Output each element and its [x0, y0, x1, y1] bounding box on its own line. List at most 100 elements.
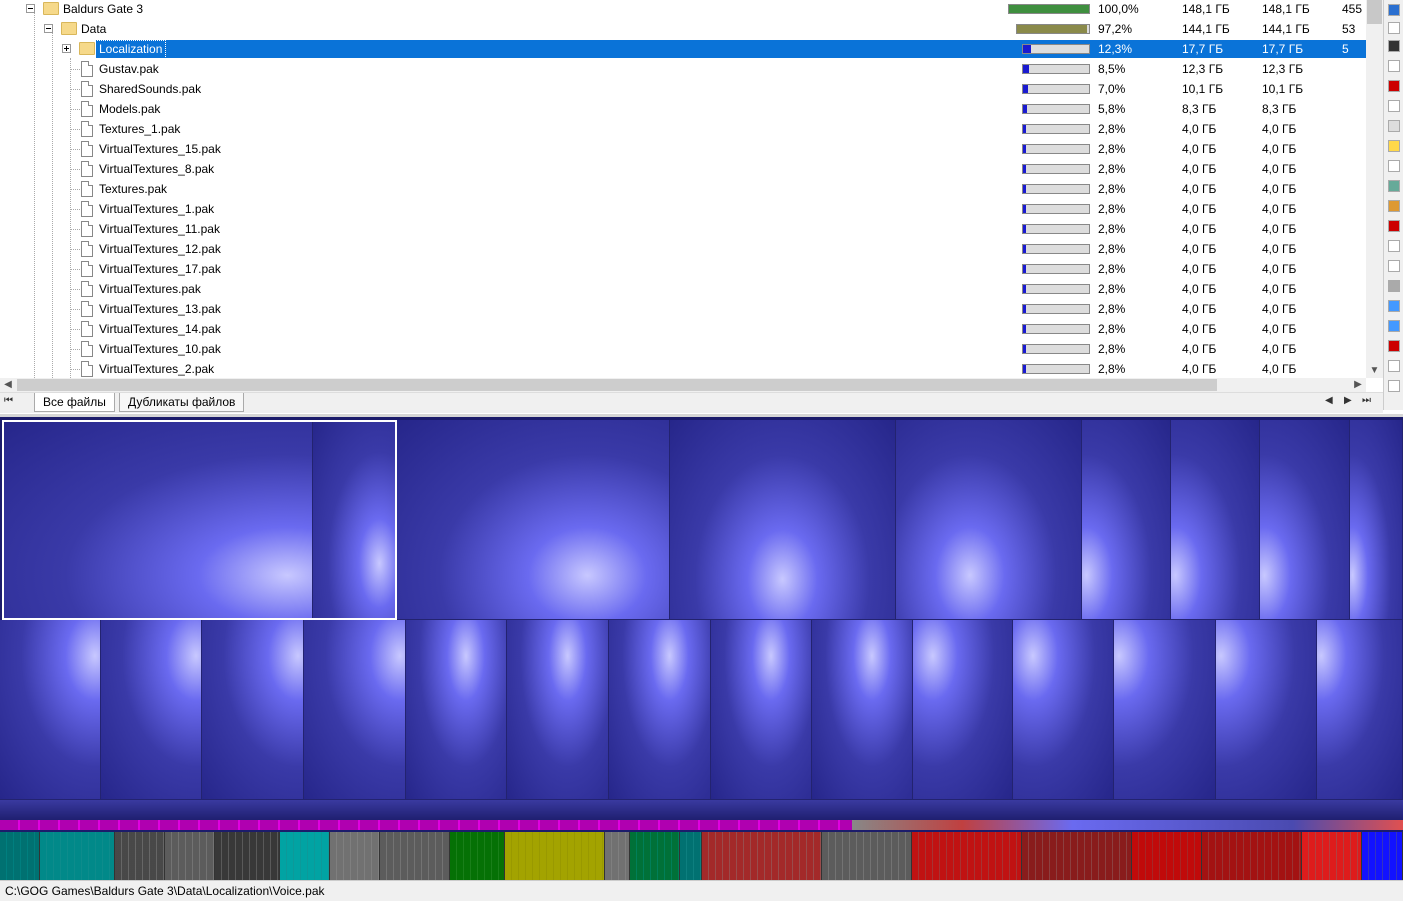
treemap-cell[interactable] [822, 832, 912, 880]
treemap-cell[interactable] [1317, 620, 1403, 800]
toolbar-button-icon[interactable] [1388, 200, 1400, 212]
treemap-cell[interactable] [680, 832, 702, 880]
treemap-cell[interactable] [380, 832, 450, 880]
tree-row[interactable]: Localization 12,3% 17,7 ГБ 17,7 ГБ 5 [0, 40, 1366, 60]
treemap-cell[interactable] [101, 620, 202, 800]
last-tab-icon[interactable]: ⏭ [1362, 395, 1371, 406]
treemap-cell[interactable] [202, 620, 304, 800]
treemap-cell[interactable] [1362, 832, 1403, 880]
toolbar-button-icon[interactable] [1388, 220, 1400, 232]
tree-branch-line [70, 129, 80, 130]
tab-duplicates[interactable]: Дубликаты файлов [119, 393, 245, 412]
first-tab-icon[interactable]: ⏮ [4, 395, 13, 406]
treemap-cell[interactable] [215, 832, 280, 880]
tree-row[interactable]: VirtualTextures_10.pak 2,8% 4,0 ГБ 4,0 ГБ [0, 340, 1366, 360]
treemap-cell[interactable] [1216, 620, 1317, 800]
vertical-scroll-thumb[interactable] [1367, 0, 1382, 24]
treemap-cell[interactable] [1022, 832, 1132, 880]
treemap-cell[interactable] [0, 832, 40, 880]
scroll-left-arrow-icon[interactable]: ◀ [0, 378, 16, 392]
toolbar-button-icon[interactable] [1388, 160, 1400, 172]
toolbar-button-icon[interactable] [1388, 360, 1400, 372]
tree-row[interactable]: Data 97,2% 144,1 ГБ 144,1 ГБ 53 [0, 20, 1366, 40]
tree-row[interactable]: VirtualTextures_13.pak 2,8% 4,0 ГБ 4,0 ГБ [0, 300, 1366, 320]
tree-row[interactable]: Gustav.pak 8,5% 12,3 ГБ 12,3 ГБ [0, 60, 1366, 80]
toolbar-button-icon[interactable] [1388, 380, 1400, 392]
toolbar-button-icon[interactable] [1388, 40, 1400, 52]
treemap-cell[interactable] [1202, 832, 1302, 880]
treemap-cell[interactable] [711, 620, 812, 800]
horizontal-scroll-thumb[interactable] [17, 379, 1217, 391]
toolbar-button-icon[interactable] [1388, 4, 1400, 16]
tree-row[interactable]: VirtualTextures_2.pak 2,8% 4,0 ГБ 4,0 ГБ [0, 360, 1366, 378]
toolbar-button-icon[interactable] [1388, 260, 1400, 272]
tree-row[interactable]: VirtualTextures.pak 2,8% 4,0 ГБ 4,0 ГБ [0, 280, 1366, 300]
treemap-cell[interactable] [406, 620, 507, 800]
collapse-icon[interactable] [44, 24, 53, 33]
tree-row[interactable]: VirtualTextures_14.pak 2,8% 4,0 ГБ 4,0 ГБ [0, 320, 1366, 340]
toolbar-button-icon[interactable] [1388, 240, 1400, 252]
treemap-cell[interactable] [397, 420, 670, 620]
treemap-cell[interactable] [1114, 620, 1216, 800]
treemap-cell[interactable] [40, 832, 115, 880]
file-icon [81, 361, 93, 377]
treemap-cell[interactable] [1260, 420, 1350, 620]
treemap-cell[interactable] [1013, 620, 1114, 800]
treemap-cell[interactable] [450, 832, 505, 880]
toolbar-button-icon[interactable] [1388, 300, 1400, 312]
treemap-cell[interactable] [1350, 420, 1403, 620]
toolbar-button-icon[interactable] [1388, 100, 1400, 112]
treemap-cell[interactable] [330, 832, 380, 880]
collapse-icon[interactable] [26, 4, 35, 13]
treemap-view[interactable] [0, 414, 1403, 880]
treemap-cell[interactable] [507, 620, 609, 800]
expand-icon[interactable] [62, 44, 71, 53]
toolbar-button-icon[interactable] [1388, 280, 1400, 292]
toolbar-button-icon[interactable] [1388, 22, 1400, 34]
toolbar-button-icon[interactable] [1388, 60, 1400, 72]
toolbar-button-icon[interactable] [1388, 340, 1400, 352]
treemap-cell[interactable] [812, 620, 913, 800]
treemap-cell[interactable] [913, 620, 1013, 800]
vertical-scrollbar[interactable]: ▼ [1366, 0, 1383, 378]
treemap-cell[interactable] [1302, 832, 1362, 880]
next-tab-icon[interactable]: ▶ [1344, 395, 1352, 406]
treemap-cell[interactable] [630, 832, 680, 880]
toolbar-button-icon[interactable] [1388, 140, 1400, 152]
treemap-cell[interactable] [1171, 420, 1260, 620]
treemap-cell[interactable] [505, 832, 605, 880]
toolbar-button-icon[interactable] [1388, 320, 1400, 332]
tree-row[interactable]: VirtualTextures_11.pak 2,8% 4,0 ГБ 4,0 ГБ [0, 220, 1366, 240]
treemap-cell[interactable] [670, 420, 896, 620]
tree-row[interactable]: SharedSounds.pak 7,0% 10,1 ГБ 10,1 ГБ [0, 80, 1366, 100]
scroll-down-arrow-icon[interactable]: ▼ [1366, 365, 1383, 376]
treemap-cell[interactable] [280, 832, 330, 880]
treemap-cell[interactable] [609, 620, 711, 800]
scroll-right-arrow-icon[interactable]: ▶ [1350, 378, 1366, 392]
treemap-cell[interactable] [115, 832, 165, 880]
treemap-cell[interactable] [0, 620, 101, 800]
tab-all-files[interactable]: Все файлы [34, 393, 115, 412]
tree-row[interactable]: VirtualTextures_12.pak 2,8% 4,0 ГБ 4,0 ГБ [0, 240, 1366, 260]
toolbar-button-icon[interactable] [1388, 120, 1400, 132]
treemap-cell[interactable] [702, 832, 822, 880]
tree-row[interactable]: VirtualTextures_17.pak 2,8% 4,0 ГБ 4,0 ГБ [0, 260, 1366, 280]
tree-row[interactable]: Textures_1.pak 2,8% 4,0 ГБ 4,0 ГБ [0, 120, 1366, 140]
tree-row[interactable]: Models.pak 5,8% 8,3 ГБ 8,3 ГБ [0, 100, 1366, 120]
prev-tab-icon[interactable]: ◀ [1325, 395, 1333, 406]
treemap-cell[interactable] [304, 620, 406, 800]
treemap-cell[interactable] [605, 832, 630, 880]
treemap-cell[interactable] [1082, 420, 1171, 620]
toolbar-button-icon[interactable] [1388, 80, 1400, 92]
tree-row[interactable]: VirtualTextures_15.pak 2,8% 4,0 ГБ 4,0 ГБ [0, 140, 1366, 160]
horizontal-scrollbar[interactable]: ◀ ▶ [0, 378, 1366, 392]
treemap-cell[interactable] [896, 420, 1082, 620]
tree-row[interactable]: VirtualTextures_1.pak 2,8% 4,0 ГБ 4,0 ГБ [0, 200, 1366, 220]
tree-row[interactable]: Textures.pak 2,8% 4,0 ГБ 4,0 ГБ [0, 180, 1366, 200]
tree-row[interactable]: VirtualTextures_8.pak 2,8% 4,0 ГБ 4,0 ГБ [0, 160, 1366, 180]
tree-row[interactable]: Baldurs Gate 3 100,0% 148,1 ГБ 148,1 ГБ 455 [0, 0, 1366, 20]
treemap-cell[interactable] [1132, 832, 1202, 880]
treemap-cell[interactable] [912, 832, 1022, 880]
toolbar-button-icon[interactable] [1388, 180, 1400, 192]
treemap-cell[interactable] [165, 832, 215, 880]
